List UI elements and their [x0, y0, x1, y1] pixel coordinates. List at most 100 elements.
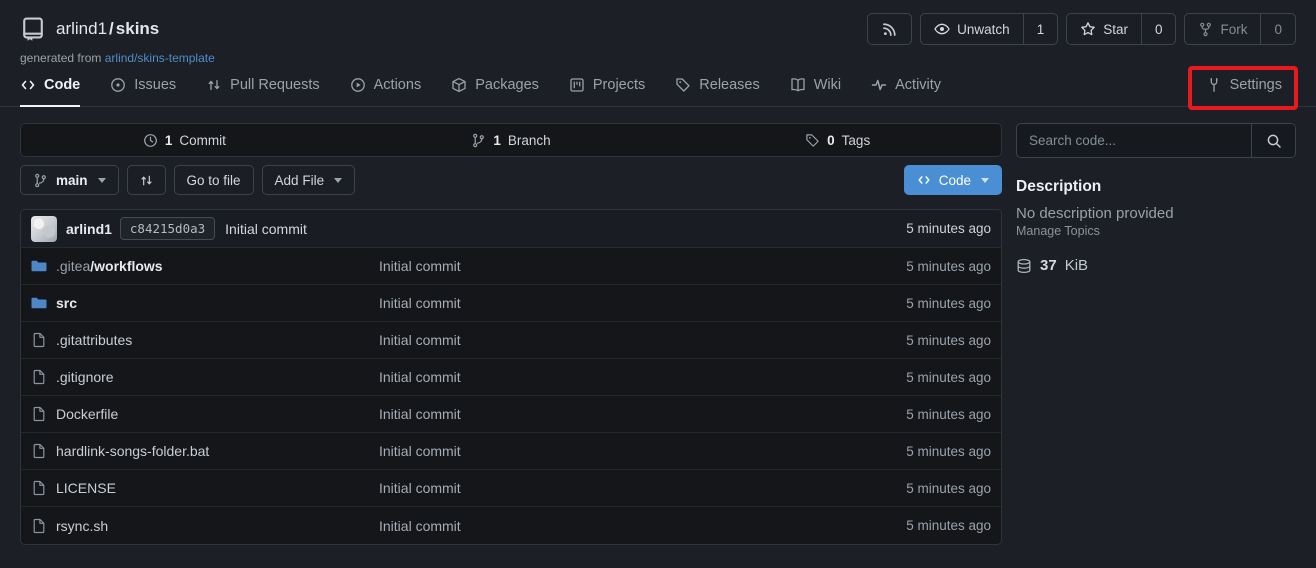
repo-separator: / — [109, 19, 114, 38]
file-name-link[interactable]: src — [56, 295, 77, 311]
file-name-link[interactable]: hardlink-songs-folder.bat — [56, 443, 209, 459]
branches-stat[interactable]: 1 Branch — [348, 133, 675, 148]
tab-actions[interactable]: Actions — [350, 77, 422, 106]
repo-size-value: 37 — [1040, 257, 1057, 274]
repo-nav-tabs: Code Issues Pull Requests — [20, 77, 1296, 106]
project-board-icon — [569, 77, 585, 93]
commits-stat[interactable]: 1 Commit — [21, 133, 348, 148]
file-icon — [31, 518, 47, 534]
tag-icon — [675, 77, 691, 93]
avatar[interactable] — [31, 216, 57, 242]
tab-pull-requests-label: Pull Requests — [230, 77, 319, 93]
tag-label: Tags — [842, 133, 871, 148]
tab-actions-label: Actions — [374, 77, 422, 93]
file-commit-message-link[interactable]: Initial commit — [379, 406, 906, 422]
code-button-label: Code — [939, 173, 971, 188]
tab-code[interactable]: Code — [20, 77, 80, 106]
file-name-link[interactable]: LICENSE — [56, 480, 116, 496]
file-row: src Initial commit 5 minutes ago — [21, 285, 1001, 322]
file-name-link[interactable]: /workflows — [90, 258, 162, 274]
play-circle-icon — [350, 77, 366, 93]
file-age: 5 minutes ago — [906, 259, 991, 274]
fork-button-group: Fork 0 — [1184, 13, 1296, 45]
go-to-file-button[interactable]: Go to file — [174, 165, 254, 195]
commit-count: 1 — [165, 133, 173, 148]
tab-activity[interactable]: Activity — [871, 77, 941, 106]
star-icon — [1080, 21, 1096, 37]
file-table: arlind1 c84215d0a3 Initial commit 5 minu… — [20, 209, 1002, 545]
pull-request-icon — [206, 77, 222, 93]
file-row: .gitattributes Initial commit 5 minutes … — [21, 322, 1001, 359]
tags-stat[interactable]: 0 Tags — [674, 133, 1001, 148]
template-repo-link[interactable]: arlind/skins-template — [105, 51, 215, 65]
compare-icon — [139, 173, 154, 188]
code-download-button[interactable]: Code — [904, 165, 1002, 195]
star-button[interactable]: Star — [1067, 14, 1141, 44]
tag-icon — [805, 133, 820, 148]
file-icon — [31, 332, 47, 348]
repo-title: arlind1/skins — [20, 16, 159, 42]
file-name-link[interactable]: Dockerfile — [56, 406, 118, 422]
tools-icon — [1206, 77, 1222, 93]
forks-count[interactable]: 0 — [1260, 14, 1295, 44]
add-file-label: Add File — [275, 173, 325, 188]
tab-wiki-label: Wiki — [814, 77, 841, 93]
repo-sidebar: Description No description provided Mana… — [1016, 123, 1296, 545]
file-commit-message-link[interactable]: Initial commit — [379, 332, 906, 348]
tab-issues[interactable]: Issues — [110, 77, 176, 106]
tab-packages-label: Packages — [475, 77, 539, 93]
star-button-group: Star 0 — [1066, 13, 1176, 45]
commit-hash-link[interactable]: c84215d0a3 — [120, 217, 215, 240]
file-row: rsync.sh Initial commit 5 minutes ago — [21, 507, 1001, 544]
file-row: .gitignore Initial commit 5 minutes ago — [21, 359, 1001, 396]
search-button[interactable] — [1251, 124, 1295, 157]
chevron-down-icon — [334, 178, 342, 183]
file-age: 5 minutes ago — [906, 296, 991, 311]
tab-pull-requests[interactable]: Pull Requests — [206, 77, 319, 106]
star-label: Star — [1103, 22, 1128, 37]
unwatch-button[interactable]: Unwatch — [921, 14, 1023, 44]
file-row: hardlink-songs-folder.bat Initial commit… — [21, 433, 1001, 470]
search-input[interactable] — [1017, 124, 1251, 157]
manage-topics-link[interactable]: Manage Topics — [1016, 224, 1100, 238]
chevron-down-icon — [981, 178, 989, 183]
file-name-link[interactable]: .gitattributes — [56, 332, 132, 348]
tab-settings-label: Settings — [1230, 77, 1282, 93]
branch-selector[interactable]: main — [20, 165, 119, 195]
repo-toolbar: main Go to file Add File — [20, 165, 1002, 195]
file-icon — [31, 443, 47, 459]
pulse-icon — [871, 77, 887, 93]
commit-message-link[interactable]: Initial commit — [225, 221, 307, 237]
tab-packages[interactable]: Packages — [451, 77, 539, 106]
file-icon — [31, 406, 47, 422]
clock-icon — [143, 133, 158, 148]
repo-name-link[interactable]: skins — [116, 19, 159, 38]
fork-icon — [1198, 22, 1213, 37]
tab-settings[interactable]: Settings — [1206, 77, 1282, 106]
commit-author-link[interactable]: arlind1 — [66, 221, 112, 237]
watch-button-group: Unwatch 1 — [920, 13, 1058, 45]
watchers-count[interactable]: 1 — [1023, 14, 1058, 44]
tab-activity-label: Activity — [895, 77, 941, 93]
file-commit-message-link[interactable]: Initial commit — [379, 295, 906, 311]
tab-projects-label: Projects — [593, 77, 645, 93]
file-name-link[interactable]: .gitignore — [56, 369, 114, 385]
tab-issues-label: Issues — [134, 77, 176, 93]
file-commit-message-link[interactable]: Initial commit — [379, 443, 906, 459]
compare-button[interactable] — [127, 165, 166, 195]
stars-count[interactable]: 0 — [1141, 14, 1176, 44]
file-name-link[interactable]: rsync.sh — [56, 518, 108, 534]
file-commit-message-link[interactable]: Initial commit — [379, 258, 906, 274]
rss-button[interactable] — [867, 13, 912, 45]
file-commit-message-link[interactable]: Initial commit — [379, 518, 906, 534]
add-file-button[interactable]: Add File — [262, 165, 356, 195]
tab-wiki[interactable]: Wiki — [790, 77, 841, 106]
file-commit-message-link[interactable]: Initial commit — [379, 480, 906, 496]
tag-count: 0 — [827, 133, 835, 148]
repo-owner-link[interactable]: arlind1 — [56, 19, 107, 38]
file-commit-message-link[interactable]: Initial commit — [379, 369, 906, 385]
fork-button[interactable]: Fork — [1185, 14, 1260, 44]
file-row: Dockerfile Initial commit 5 minutes ago — [21, 396, 1001, 433]
tab-projects[interactable]: Projects — [569, 77, 645, 106]
tab-releases[interactable]: Releases — [675, 77, 759, 106]
